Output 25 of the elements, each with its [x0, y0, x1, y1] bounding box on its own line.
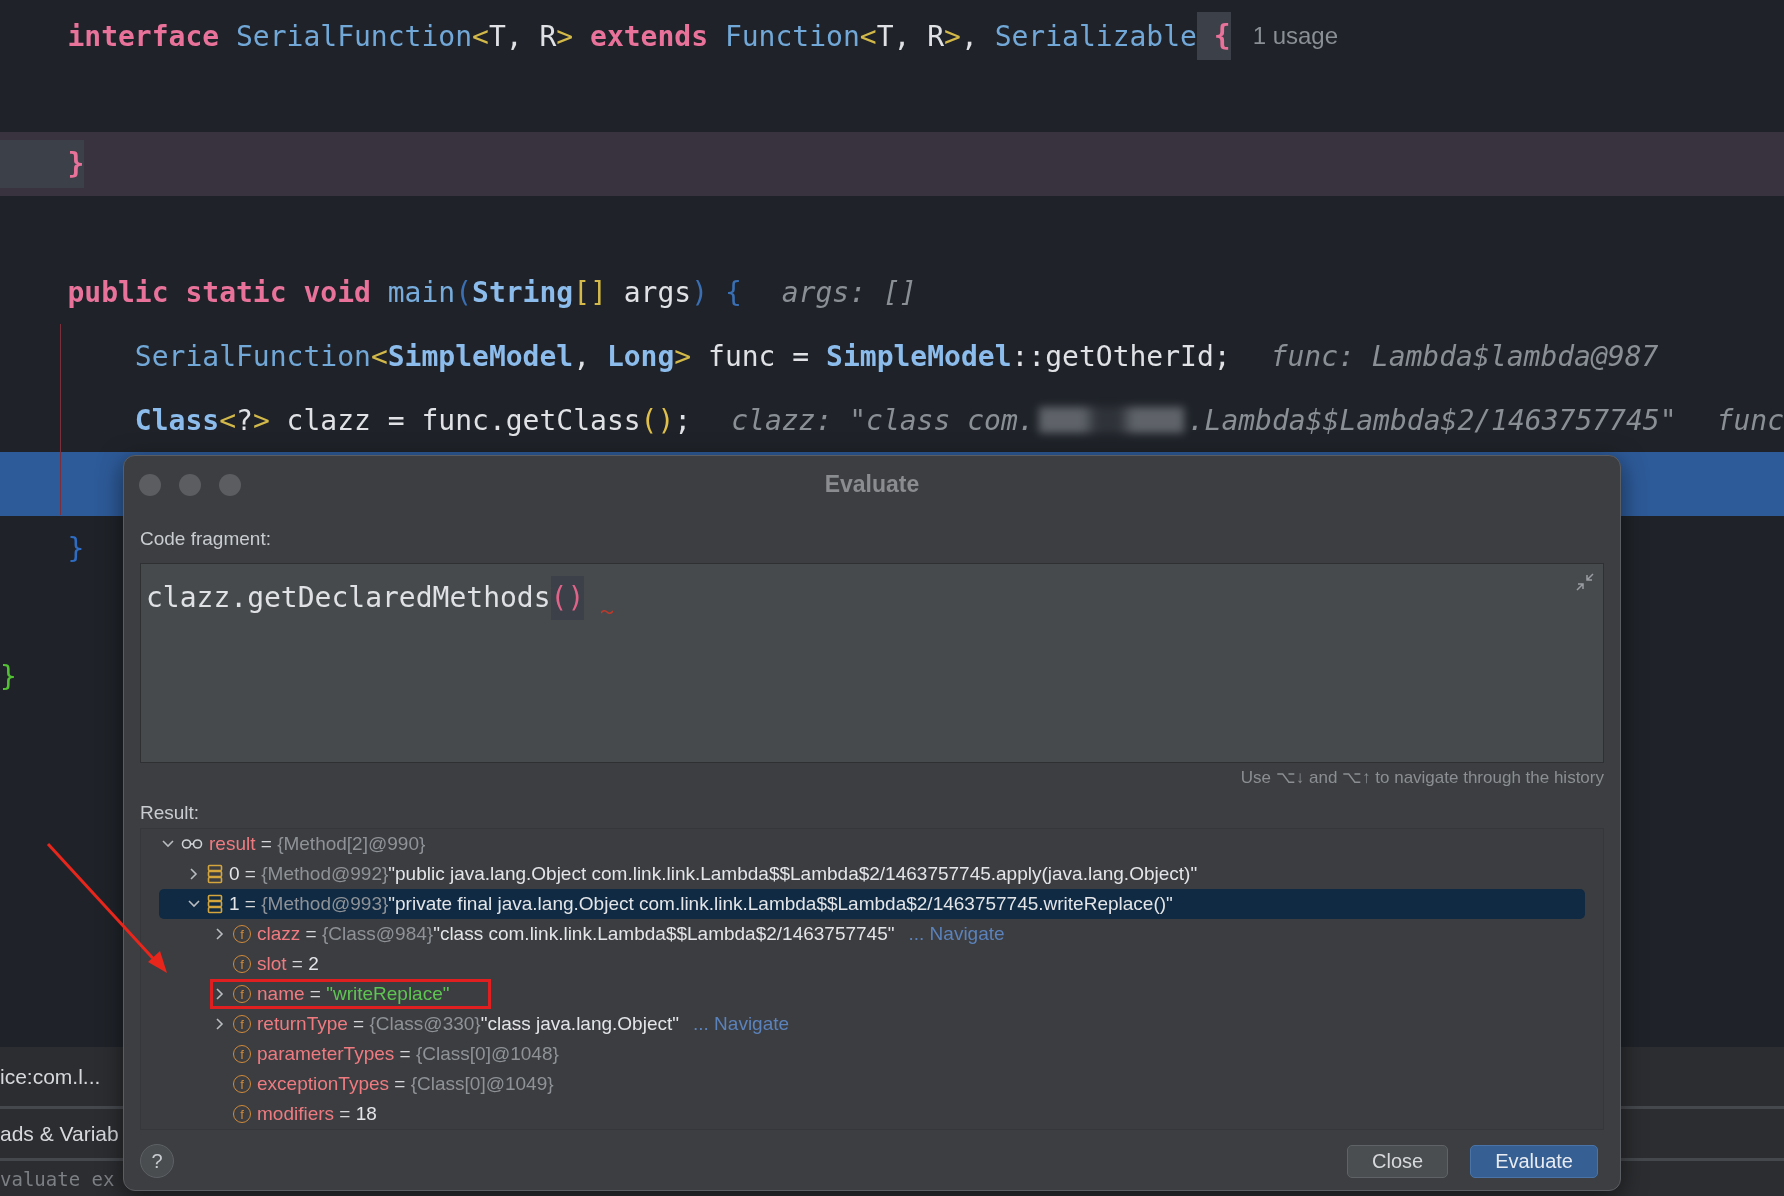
code-line: }	[0, 658, 17, 695]
tree-node-label: modifiers = 18	[257, 1103, 377, 1125]
history-hint: Use ⌥↓ and ⌥↑ to navigate through the history	[1239, 767, 1604, 789]
tree-node-label: exceptionTypes = {Class[0]@1049}	[257, 1073, 554, 1095]
inline-value-hint: func: Lambda$lambda@987	[1270, 339, 1659, 373]
tree-node-label: slot = 2	[257, 953, 319, 975]
tree-node-label: parameterTypes = {Class[0]@1048}	[257, 1043, 559, 1065]
tree-node-label: result = {Method[2]@990}	[209, 833, 426, 855]
inline-value-hint: clazz: "class com.	[731, 403, 1035, 437]
tree-node-label: 0 = {Method@992}"public java.lang.Object com.link.link.Lambda$$Lambda$2/1463757745.apply(java.lang.Object)"	[229, 863, 1198, 885]
code-line: interface SerialFunction<T, R> extends Function<T, R>, Serializable {	[0, 10, 1231, 62]
code-line: public static void main(String[] args) {	[66, 274, 742, 311]
tree-node-label: clazz = {Class@984}"class com.link.link.Lambda$$Lambda$2/1463757745"	[257, 923, 895, 945]
inline-value-hint: args: []	[781, 275, 917, 309]
code-fragment-label: Code fragment:	[140, 527, 272, 551]
code-line: SerialFunction<SimpleModel, Long> func = SimpleModel::getOtherId;	[133, 338, 1231, 375]
inline-value-hint: .Lambda$$Lambda$2/1463757745"	[1187, 403, 1677, 437]
inline-value-hint: func	[1716, 403, 1784, 437]
tree-node-label: name = "writeReplace"	[257, 983, 450, 1005]
window-title: Evaluate	[824, 471, 920, 498]
code-line: }	[66, 530, 85, 567]
tree-node-label: returnType = {Class@330}"class java.lang.Object"	[257, 1013, 679, 1035]
tree-node-label: 1 = {Method@993}"private final java.lang.Object com.link.link.Lambda$$Lambda$2/1463757745.writeReplace()"	[229, 893, 1173, 915]
result-label: Result:	[140, 801, 201, 825]
code-line: Class<?> clazz = func.getClass();	[133, 402, 692, 439]
